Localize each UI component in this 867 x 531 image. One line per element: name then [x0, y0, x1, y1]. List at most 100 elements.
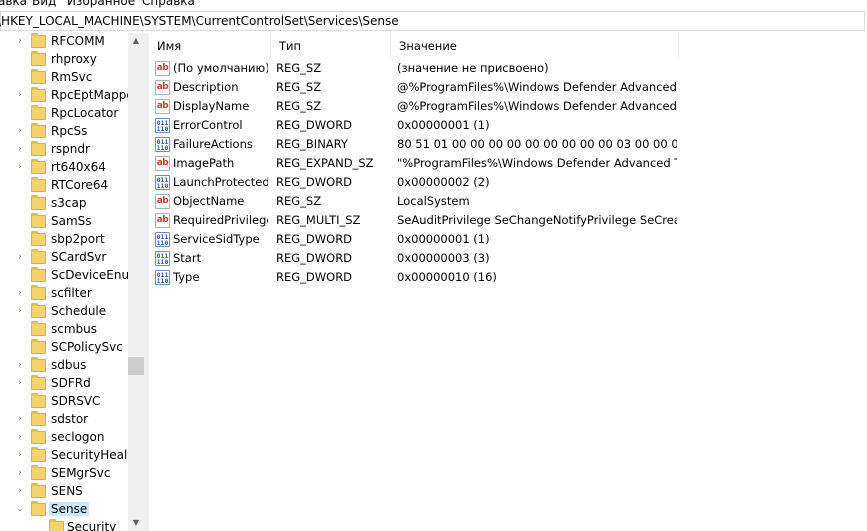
binary-value-icon: 011 110 — [155, 175, 170, 190]
column-type[interactable]: Тип — [271, 33, 391, 57]
tree-item[interactable]: Security — [0, 519, 128, 531]
chevron-right-icon[interactable]: › — [15, 468, 25, 478]
binary-value-icon: 011 110 — [155, 270, 170, 285]
tree-item[interactable]: › Schedule — [0, 303, 128, 321]
tree-item-label: SecurityHealth — [51, 448, 140, 462]
tree-item-label: SCardSvr — [51, 250, 107, 264]
tree-item-label: SDRSVC — [51, 394, 101, 408]
tree-scrollbar[interactable]: ▲ ▼ — [128, 33, 144, 531]
column-header: Имя Тип Значение — [149, 33, 867, 57]
menu-item[interactable]: Избранное — [67, 0, 135, 8]
value-name: ObjectName — [173, 194, 245, 208]
value-row[interactable]: 011 110 ServiceSidType REG_DWORD 0x00000001 … — [149, 230, 867, 249]
tree-item[interactable]: › scfilter — [0, 285, 128, 303]
value-row[interactable]: 011 110 Start REG_DWORD 0x00000003 (3) — [149, 249, 867, 268]
value-row[interactable]: ab Description REG_SZ @%ProgramFiles%\Windo… — [149, 78, 867, 97]
chevron-right-icon[interactable]: › — [15, 126, 25, 136]
scroll-down-icon[interactable]: ▼ — [128, 515, 144, 531]
column-name[interactable]: Имя — [149, 33, 271, 57]
menu-item[interactable]: авка — [0, 0, 27, 8]
tree-item[interactable]: s3cap — [0, 195, 128, 213]
value-row[interactable]: 011 110 ErrorControl REG_DWORD 0x00000001 (1… — [149, 116, 867, 135]
chevron-right-icon[interactable]: › — [15, 306, 25, 316]
folder-icon — [31, 267, 46, 282]
tree-item[interactable]: RTCore64 — [0, 177, 128, 195]
chevron-right-icon[interactable]: › — [15, 144, 25, 154]
key-tree: › RFCOMM rhproxy RmSvc › RpcEptMappe RpcLocato… — [0, 33, 144, 531]
tree-item[interactable]: › RFCOMM — [0, 33, 128, 51]
tree-item[interactable]: › seclogon — [0, 429, 128, 447]
tree-item[interactable]: RmSvc — [0, 69, 128, 87]
chevron-right-icon[interactable]: › — [15, 486, 25, 496]
string-value-icon: ab — [155, 194, 170, 209]
tree-item-label: SamSs — [51, 214, 92, 228]
chevron-right-icon[interactable]: › — [15, 36, 25, 46]
value-data: 80 51 01 00 00 00 00 00 00 00 00 00 03 0… — [397, 137, 677, 151]
chevron-right-icon[interactable]: › — [15, 450, 25, 460]
tree-item[interactable]: › RpcSs — [0, 123, 128, 141]
tree-item[interactable]: › RpcEptMappe — [0, 87, 134, 105]
tree-item[interactable]: › SCardSvr — [0, 249, 128, 267]
folder-icon — [31, 87, 46, 102]
chevron-right-icon[interactable]: › — [15, 288, 25, 298]
scroll-up-icon[interactable]: ▲ — [128, 33, 144, 49]
chevron-right-icon[interactable]: › — [15, 378, 25, 388]
chevron-right-icon[interactable]: › — [15, 90, 25, 100]
tree-item[interactable]: RpcLocator — [0, 105, 128, 123]
value-data: 0x00000003 (3) — [397, 251, 490, 265]
value-row[interactable]: 011 110 LaunchProtected REG_DWORD 0x00000002… — [149, 173, 867, 192]
menu-item[interactable]: Вид — [32, 0, 56, 8]
tree-item[interactable]: sbp2port — [0, 231, 128, 249]
tree-item[interactable]: › sdbus — [0, 357, 128, 375]
scrollbar-thumb[interactable] — [128, 357, 144, 375]
value-row[interactable]: ab ObjectName REG_SZ LocalSystem — [149, 192, 867, 211]
chevron-right-icon[interactable]: › — [15, 252, 25, 262]
tree-item[interactable]: SamSs — [0, 213, 128, 231]
tree-item[interactable]: › SecurityHealth — [0, 447, 140, 465]
tree-item[interactable]: › rt640x64 — [0, 159, 128, 177]
tree-item[interactable]: › SEMgrSvc — [0, 465, 128, 483]
folder-icon — [31, 231, 46, 246]
tree-item[interactable]: scmbus — [0, 321, 128, 339]
values-pane: Имя Тип Значение ab (По умолчанию) REG_SZ(… — [149, 33, 867, 531]
tree-item[interactable]: ⌄ Sense — [0, 501, 128, 519]
folder-icon — [31, 249, 46, 264]
tree-item[interactable]: SDRSVC — [0, 393, 128, 411]
value-type: REG_SZ — [276, 99, 322, 113]
chevron-right-icon[interactable]: › — [15, 162, 25, 172]
value-row[interactable]: 011 110 FailureActions REG_BINARY 80 51 01 0… — [149, 135, 867, 154]
tree-item-label: SDFRd — [51, 376, 91, 390]
tree-item[interactable]: › SDFRd — [0, 375, 128, 393]
string-value-icon: ab — [155, 80, 170, 95]
value-name: FailureActions — [173, 137, 253, 151]
value-row[interactable]: abRequiredPrivilege... REG_MULTI_SZ SeAudi… — [149, 211, 867, 230]
folder-icon — [31, 51, 46, 66]
tree-item[interactable]: ScDeviceEnum — [0, 267, 141, 285]
tree-item[interactable]: › rspndr — [0, 141, 128, 159]
tree-item[interactable]: › SENS — [0, 483, 128, 501]
value-type: REG_DWORD — [276, 232, 353, 246]
value-row[interactable]: ab DisplayName REG_SZ @%ProgramFiles%\Windo… — [149, 97, 867, 116]
tree-item-label: Sense — [49, 502, 90, 516]
value-row[interactable]: 011 110 Type REG_DWORD 0x00000010 (16) — [149, 268, 867, 287]
binary-value-icon: 011 110 — [155, 251, 170, 266]
tree-item[interactable]: rhproxy — [0, 51, 128, 69]
chevron-right-icon[interactable]: › — [15, 360, 25, 370]
tree-item[interactable]: › sdstor — [0, 411, 128, 429]
address-path[interactable]: \HKEY_LOCAL_MACHINE\SYSTEM\CurrentContro… — [0, 14, 399, 28]
value-type: REG_DWORD — [276, 270, 353, 284]
chevron-right-icon[interactable]: › — [15, 432, 25, 442]
folder-icon — [31, 285, 46, 300]
column-value[interactable]: Значение — [391, 33, 679, 57]
value-row[interactable]: ab ImagePath REG_EXPAND_SZ "%ProgramFiles%\… — [149, 154, 867, 173]
chevron-down-icon[interactable]: ⌄ — [15, 504, 25, 514]
address-bar[interactable]: \HKEY_LOCAL_MACHINE\SYSTEM\CurrentContro… — [0, 11, 865, 31]
chevron-right-icon[interactable]: › — [15, 414, 25, 424]
folder-icon — [31, 429, 46, 444]
value-name: ImagePath — [173, 156, 235, 170]
value-row[interactable]: ab (По умолчанию) REG_SZ (значение не присв… — [149, 59, 867, 78]
tree-item-label: s3cap — [51, 196, 87, 210]
tree-item[interactable]: SCPolicySvc — [0, 339, 128, 357]
folder-icon — [31, 141, 46, 156]
menu-item[interactable]: Справка — [142, 0, 195, 8]
